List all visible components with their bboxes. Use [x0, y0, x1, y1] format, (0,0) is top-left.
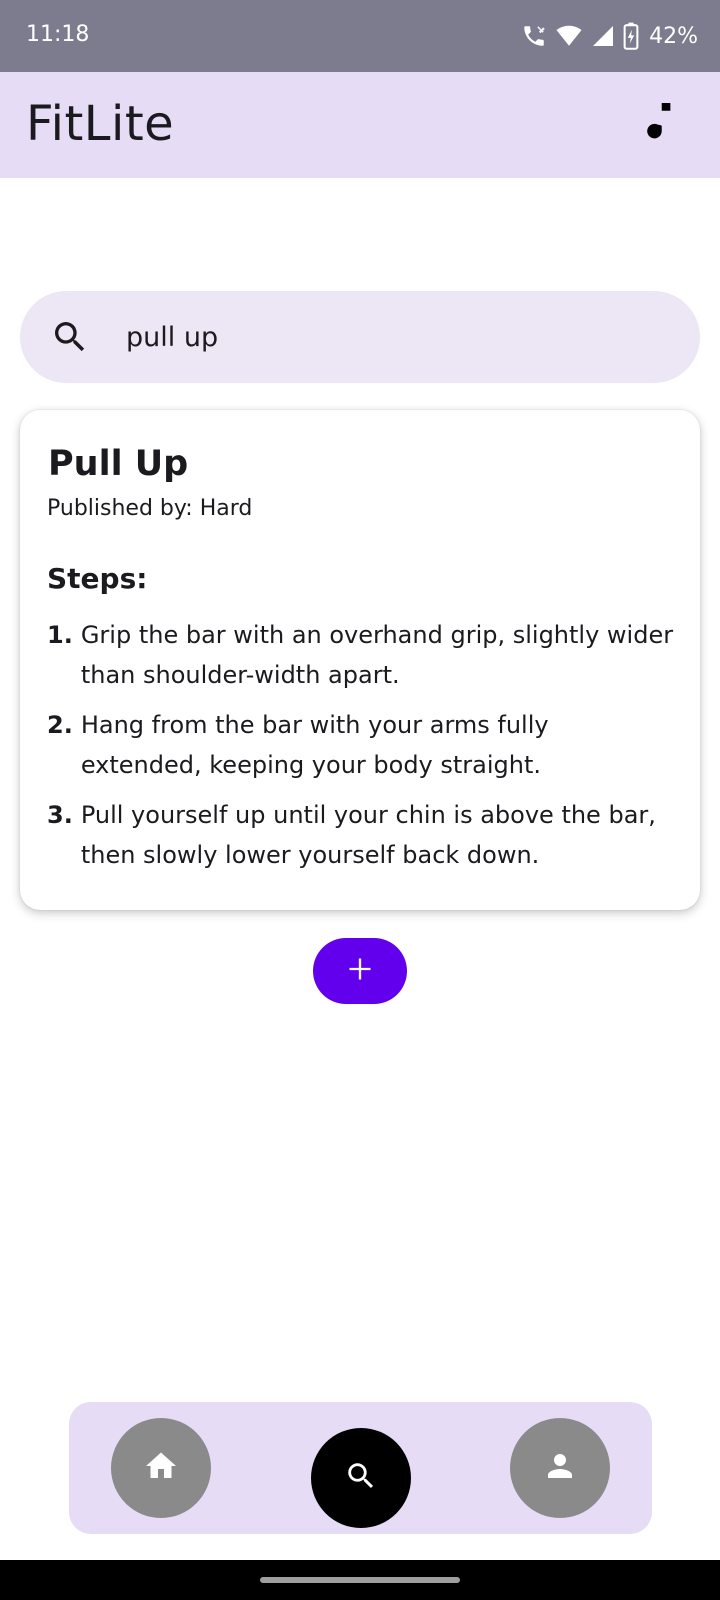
wifi-calling-icon	[521, 23, 547, 49]
exercise-title: Pull Up	[48, 444, 189, 484]
signal-icon	[591, 24, 615, 48]
exercise-card[interactable]: Pull Up Published by: Hard Steps: 1. Gri…	[20, 410, 700, 910]
steps-list: 1. Grip the bar with an overhand grip, s…	[47, 615, 677, 885]
publisher-label: Published by: Hard	[47, 496, 253, 521]
app-title: FitLite	[26, 96, 175, 152]
nav-profile-button[interactable]	[510, 1418, 610, 1518]
step-item: 1. Grip the bar with an overhand grip, s…	[47, 615, 677, 695]
step-number: 3.	[47, 801, 73, 829]
screen: 11:18 42% FitLite pull up Pull Up Publis…	[0, 0, 720, 1600]
nav-home-button[interactable]	[111, 1418, 211, 1518]
wifi-icon	[555, 23, 583, 49]
step-item: 3. Pull yourself up until your chin is a…	[47, 795, 677, 875]
home-icon	[143, 1448, 179, 1488]
search-input[interactable]	[126, 315, 666, 359]
bottom-nav	[69, 1402, 652, 1534]
nav-search-button[interactable]	[311, 1428, 411, 1528]
step-text: Pull yourself up until your chin is abov…	[80, 801, 656, 869]
search-icon	[50, 317, 90, 357]
steps-heading: Steps:	[47, 562, 148, 595]
search-icon	[344, 1459, 378, 1497]
status-bar: 11:18 42%	[0, 0, 720, 72]
step-item: 2. Hang from the bar with your arms full…	[47, 705, 677, 785]
step-number: 2.	[47, 711, 73, 739]
app-bar: FitLite	[0, 72, 720, 178]
system-nav-bar	[0, 1560, 720, 1600]
home-gesture-handle[interactable]	[260, 1577, 460, 1583]
music-note-icon	[645, 103, 675, 145]
battery-percentage: 42%	[649, 23, 698, 49]
search-bar[interactable]	[20, 291, 700, 383]
plus-icon	[346, 955, 374, 987]
step-number: 1.	[47, 621, 73, 649]
step-text: Hang from the bar with your arms fully e…	[80, 711, 549, 779]
battery-charging-icon	[623, 22, 639, 50]
person-icon	[542, 1448, 578, 1488]
music-button[interactable]	[636, 100, 684, 148]
status-icons: 42%	[521, 18, 698, 54]
step-text: Grip the bar with an overhand grip, slig…	[80, 621, 674, 689]
add-button[interactable]	[313, 938, 407, 1004]
status-time: 11:18	[26, 22, 90, 47]
